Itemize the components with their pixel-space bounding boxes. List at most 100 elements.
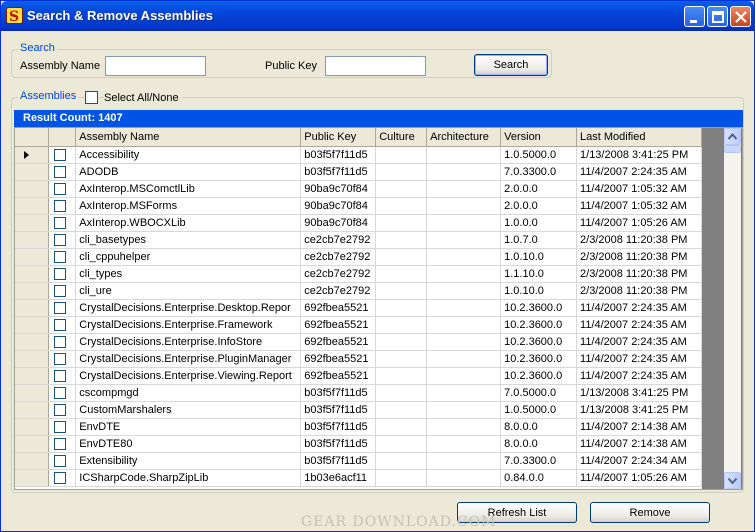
last-modified-cell[interactable]: 11/4/2007 2:24:35 AM <box>576 350 702 368</box>
column-header-version[interactable]: Version <box>500 128 578 147</box>
row-checkbox[interactable] <box>54 352 67 365</box>
search-button[interactable]: Search <box>474 54 548 76</box>
version-cell[interactable]: 1.0.10.0 <box>500 282 578 300</box>
column-header-assembly-name[interactable]: Assembly Name <box>75 128 302 147</box>
public-key-cell[interactable]: 692fbea5521 <box>300 367 377 385</box>
scroll-down-button[interactable] <box>724 472 741 489</box>
table-row[interactable]: Extensibility b03f5f7f11d5 7.0.3300.0 11/4/… <box>15 452 702 470</box>
last-modified-cell[interactable]: 11/4/2007 2:24:35 AM <box>576 299 702 317</box>
culture-cell[interactable] <box>375 214 428 232</box>
culture-cell[interactable] <box>375 316 428 334</box>
public-key-cell[interactable]: 90ba9c70f84 <box>300 180 377 198</box>
architecture-cell[interactable] <box>426 435 502 453</box>
row-header[interactable] <box>15 248 50 266</box>
last-modified-cell[interactable]: 1/13/2008 3:41:25 PM <box>576 146 702 164</box>
table-row[interactable]: Accessibility b03f5f7f11d5 1.0.5000.0 1/13/… <box>15 146 702 164</box>
row-checkbox[interactable] <box>54 216 67 229</box>
row-checkbox[interactable] <box>54 148 67 161</box>
public-key-cell[interactable]: ce2cb7e2792 <box>300 265 377 283</box>
last-modified-cell[interactable]: 11/4/2007 1:05:32 AM <box>576 197 702 215</box>
row-header[interactable] <box>15 180 50 198</box>
culture-cell[interactable] <box>375 435 428 453</box>
public-key-cell[interactable]: b03f5f7f11d5 <box>300 384 377 402</box>
last-modified-cell[interactable]: 11/4/2007 2:24:35 AM <box>576 367 702 385</box>
table-row[interactable]: cscompmgd b03f5f7f11d5 7.0.5000.0 1/13/2008… <box>15 384 702 402</box>
last-modified-cell[interactable]: 1/13/2008 3:41:25 PM <box>576 384 702 402</box>
version-cell[interactable]: 1.0.5000.0 <box>500 401 578 419</box>
row-header[interactable] <box>15 231 50 249</box>
assembly-name-cell[interactable]: CrystalDecisions.Enterprise.InfoStore <box>75 333 302 351</box>
row-header[interactable] <box>15 418 50 436</box>
vertical-scrollbar[interactable] <box>724 128 741 489</box>
assembly-name-cell[interactable]: EnvDTE80 <box>75 435 302 453</box>
public-key-cell[interactable]: 90ba9c70f84 <box>300 197 377 215</box>
version-cell[interactable]: 2.0.0.0 <box>500 180 578 198</box>
version-cell[interactable]: 0.84.0.0 <box>500 469 578 487</box>
culture-cell[interactable] <box>375 265 428 283</box>
version-cell[interactable]: 7.0.3300.0 <box>500 452 578 470</box>
table-row[interactable]: cli_basetypes ce2cb7e2792 1.0.7.0 2/3/2008 … <box>15 231 702 249</box>
table-row[interactable]: cli_types ce2cb7e2792 1.1.10.0 2/3/2008 11:… <box>15 265 702 283</box>
row-header[interactable] <box>15 350 50 368</box>
row-checkbox[interactable] <box>54 454 67 467</box>
last-modified-cell[interactable]: 11/4/2007 2:24:35 AM <box>576 333 702 351</box>
public-key-cell[interactable]: b03f5f7f11d5 <box>300 401 377 419</box>
public-key-cell[interactable]: b03f5f7f11d5 <box>300 163 377 181</box>
version-cell[interactable]: 1.0.0.0 <box>500 214 578 232</box>
last-modified-cell[interactable]: 2/3/2008 11:20:38 PM <box>576 265 702 283</box>
public-key-cell[interactable]: 692fbea5521 <box>300 350 377 368</box>
last-modified-cell[interactable]: 1/13/2008 3:41:25 PM <box>576 401 702 419</box>
last-modified-cell[interactable]: 11/4/2007 2:24:35 AM <box>576 316 702 334</box>
table-row[interactable]: CustomMarshalers b03f5f7f11d5 1.0.5000.0 1/… <box>15 401 702 419</box>
public-key-cell[interactable]: b03f5f7f11d5 <box>300 452 377 470</box>
public-key-cell[interactable]: 692fbea5521 <box>300 316 377 334</box>
assembly-name-cell[interactable]: CrystalDecisions.Enterprise.Desktop.Repo… <box>75 299 302 317</box>
culture-cell[interactable] <box>375 231 428 249</box>
table-row[interactable]: EnvDTE b03f5f7f11d5 8.0.0.0 11/4/2007 2:14:… <box>15 418 702 436</box>
version-cell[interactable]: 1.0.10.0 <box>500 248 578 266</box>
architecture-cell[interactable] <box>426 231 502 249</box>
culture-cell[interactable] <box>375 180 428 198</box>
culture-cell[interactable] <box>375 248 428 266</box>
row-header[interactable] <box>15 435 50 453</box>
culture-cell[interactable] <box>375 418 428 436</box>
architecture-cell[interactable] <box>426 163 502 181</box>
assembly-name-input[interactable] <box>105 56 206 76</box>
last-modified-cell[interactable]: 11/4/2007 1:05:26 AM <box>576 214 702 232</box>
row-checkbox[interactable] <box>54 267 67 280</box>
column-header-last-modified[interactable]: Last Modified <box>576 128 702 147</box>
table-row[interactable]: cli_ure ce2cb7e2792 1.0.10.0 2/3/2008 11:20… <box>15 282 702 300</box>
architecture-cell[interactable] <box>426 248 502 266</box>
row-checkbox[interactable] <box>54 250 67 263</box>
last-modified-cell[interactable]: 11/4/2007 2:24:34 AM <box>576 452 702 470</box>
culture-cell[interactable] <box>375 384 428 402</box>
assembly-name-cell[interactable]: CrystalDecisions.Enterprise.Framework <box>75 316 302 334</box>
title-bar[interactable]: S Search & Remove Assemblies <box>1 1 754 31</box>
column-header-architecture[interactable]: Architecture <box>426 128 502 147</box>
public-key-cell[interactable]: b03f5f7f11d5 <box>300 435 377 453</box>
public-key-cell[interactable]: b03f5f7f11d5 <box>300 418 377 436</box>
row-header[interactable] <box>15 163 50 181</box>
table-row[interactable]: AxInterop.MSComctlLib 90ba9c70f84 2.0.0.0 1… <box>15 180 702 198</box>
version-cell[interactable]: 10.2.3600.0 <box>500 367 578 385</box>
row-checkbox[interactable] <box>54 284 67 297</box>
culture-cell[interactable] <box>375 163 428 181</box>
architecture-cell[interactable] <box>426 401 502 419</box>
row-header[interactable] <box>15 197 50 215</box>
assembly-name-cell[interactable]: cscompmgd <box>75 384 302 402</box>
architecture-cell[interactable] <box>426 316 502 334</box>
assembly-name-cell[interactable]: CrystalDecisions.Enterprise.PluginManage… <box>75 350 302 368</box>
close-button[interactable] <box>730 6 751 27</box>
row-checkbox[interactable] <box>54 437 67 450</box>
row-checkbox[interactable] <box>54 301 67 314</box>
version-cell[interactable]: 8.0.0.0 <box>500 418 578 436</box>
last-modified-cell[interactable]: 11/4/2007 2:14:38 AM <box>576 418 702 436</box>
version-cell[interactable]: 10.2.3600.0 <box>500 316 578 334</box>
minimize-button[interactable] <box>684 6 705 27</box>
row-checkbox[interactable] <box>54 233 67 246</box>
row-header[interactable] <box>15 265 50 283</box>
architecture-cell[interactable] <box>426 265 502 283</box>
architecture-cell[interactable] <box>426 367 502 385</box>
version-cell[interactable]: 2.0.0.0 <box>500 197 578 215</box>
table-row[interactable]: CrystalDecisions.Enterprise.InfoStore 692… <box>15 333 702 351</box>
